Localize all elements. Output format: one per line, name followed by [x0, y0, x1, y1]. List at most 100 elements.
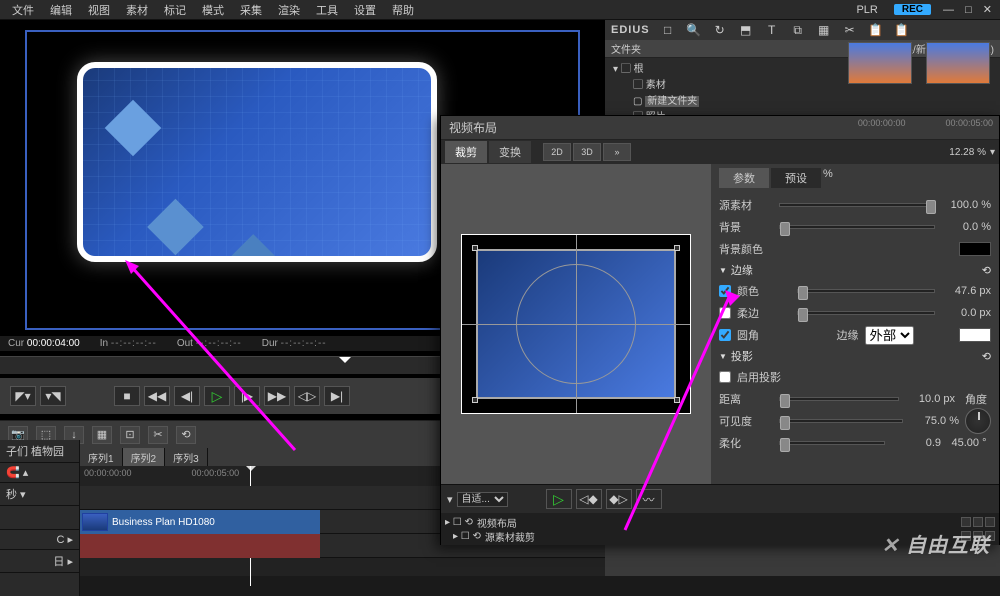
rewind-button[interactable]: ◀◀	[144, 386, 170, 406]
menu-capture[interactable]: 采集	[232, 2, 270, 18]
cur-value[interactable]: 00:00:04:00	[27, 338, 80, 349]
restore-button[interactable]: □	[961, 4, 976, 16]
menu-clip[interactable]: 素材	[118, 2, 156, 18]
fit-select[interactable]: 自适...	[457, 492, 508, 507]
thumb-2[interactable]	[926, 42, 990, 84]
angle-dial[interactable]	[965, 408, 991, 434]
folder-tab[interactable]: 文件夹	[611, 41, 641, 56]
soft-value[interactable]: 0.0 px	[941, 307, 991, 319]
track-d[interactable]: 日 ▸	[0, 550, 79, 573]
grid-icon[interactable]: ▦	[816, 23, 832, 37]
dlg-play-button[interactable]: ▷	[546, 489, 572, 509]
round-checkbox[interactable]	[719, 329, 731, 341]
forward-button[interactable]: ▶▶	[264, 386, 290, 406]
playhead-marker[interactable]	[246, 466, 256, 476]
mode-2d[interactable]: 2D	[543, 143, 571, 161]
play-button[interactable]: ▷	[204, 386, 230, 406]
menu-settings[interactable]: 设置	[346, 2, 384, 18]
tab-crop[interactable]: 裁剪	[445, 141, 487, 163]
dlg-graph-button[interactable]: 〰	[636, 489, 662, 509]
minimize-button[interactable]: —	[939, 4, 958, 16]
grid-icon[interactable]: ▦	[92, 426, 112, 444]
set-in-button[interactable]: ◤▾	[10, 386, 36, 406]
source-value[interactable]: 100.0 %	[941, 199, 991, 211]
folder-material[interactable]: 素材	[646, 80, 666, 91]
menu-marker[interactable]: 标记	[156, 2, 194, 18]
close-button[interactable]: ✕	[979, 4, 996, 16]
set-out-button[interactable]: ▾◥	[40, 386, 66, 406]
soft-slider[interactable]	[797, 311, 935, 315]
seq-tab-1[interactable]: 序列1	[80, 448, 123, 466]
tab-presets[interactable]: 预设	[771, 168, 821, 188]
distance-value[interactable]: 10.0 px	[905, 393, 955, 405]
video-clip[interactable]: Business Plan HD1080	[80, 510, 320, 534]
collapse-icon[interactable]: ▾	[447, 493, 453, 506]
angle-value[interactable]: 45.00 °	[947, 437, 991, 449]
soften-value[interactable]: 0.9	[891, 437, 941, 449]
zoom-down-icon[interactable]: ▾	[990, 147, 995, 158]
out-value[interactable]: --:--:--:--	[196, 338, 242, 349]
magnet-icon[interactable]: 🧲 ▴	[0, 463, 79, 483]
menu-mode[interactable]: 模式	[194, 2, 232, 18]
loop-button[interactable]: ◁▷	[294, 386, 320, 406]
handle-tl[interactable]	[472, 245, 478, 251]
expand-button[interactable]: »	[603, 143, 631, 161]
new-icon[interactable]: □	[660, 23, 676, 37]
dlg-prev-kf-button[interactable]: ◁◆	[576, 489, 602, 509]
visibility-slider[interactable]: .dlg-params .prow:nth-of-type(10) .slide…	[779, 419, 903, 423]
paste-icon[interactable]: 📋	[894, 23, 910, 37]
bg-slider[interactable]	[779, 225, 935, 229]
zoom-value[interactable]: 12.28 %	[949, 147, 986, 158]
handle-tr[interactable]	[674, 245, 680, 251]
mode-3d[interactable]: 3D	[573, 143, 601, 161]
track-c[interactable]: C ▸	[0, 530, 79, 550]
thumb-1[interactable]	[848, 42, 912, 84]
kf-track-crop[interactable]: 源素材裁剪	[485, 529, 535, 544]
color-checkbox[interactable]	[719, 285, 731, 297]
edge-section[interactable]: 边缘⟲	[719, 260, 991, 280]
soften-slider[interactable]	[779, 441, 885, 445]
box-icon[interactable]: ⊡	[120, 426, 140, 444]
cut-icon[interactable]: ✂	[842, 23, 858, 37]
audio-clip[interactable]	[80, 534, 320, 558]
stop-button[interactable]: ■	[114, 386, 140, 406]
next-frame-button[interactable]: |▶	[234, 386, 260, 406]
copy-icon[interactable]: 📋	[868, 23, 884, 37]
shadow-enable-checkbox[interactable]	[719, 371, 731, 383]
tab-transform[interactable]: 变换	[489, 141, 531, 163]
root-folder[interactable]: 根	[634, 64, 644, 75]
handle-bl[interactable]	[472, 397, 478, 403]
dlg-next-kf-button[interactable]: ◆▷	[606, 489, 632, 509]
bgcolor-swatch[interactable]	[959, 242, 991, 256]
visibility-value[interactable]: 75.0 %	[909, 415, 959, 427]
menu-help[interactable]: 帮助	[384, 2, 422, 18]
menu-tools[interactable]: 工具	[308, 2, 346, 18]
menu-file[interactable]: 文件	[4, 2, 42, 18]
folder-new[interactable]: 新建文件夹	[645, 96, 699, 107]
kf-track-layout[interactable]: 视频布局	[477, 515, 517, 530]
menu-render[interactable]: 渲染	[270, 2, 308, 18]
view-icon[interactable]: ⧉	[790, 23, 806, 37]
reset-icon-2[interactable]: ⟲	[982, 350, 991, 363]
layout-canvas[interactable]	[461, 234, 691, 414]
end-button[interactable]: ▶|	[324, 386, 350, 406]
import-icon[interactable]: ⬒	[738, 23, 754, 37]
distance-slider[interactable]	[779, 397, 899, 401]
redo-icon[interactable]: ⟲	[176, 426, 196, 444]
time-unit[interactable]: 秒 ▾	[0, 483, 79, 506]
reset-icon[interactable]: ⟲	[982, 264, 991, 277]
handle-br[interactable]	[674, 397, 680, 403]
edge-color-swatch[interactable]	[959, 328, 991, 342]
menu-view[interactable]: 视图	[80, 2, 118, 18]
text-icon[interactable]: T	[764, 23, 780, 37]
search-icon[interactable]: 🔍	[686, 23, 702, 37]
shadow-section[interactable]: 投影⟲	[719, 346, 991, 366]
menu-edit[interactable]: 编辑	[42, 2, 80, 18]
tab-params[interactable]: 参数	[719, 168, 769, 188]
scissors-icon[interactable]: ✂	[148, 426, 168, 444]
prev-frame-button[interactable]: ◀|	[174, 386, 200, 406]
color-slider[interactable]: .dlg-params .prow:nth-of-type(5) .slider…	[797, 289, 935, 293]
bg-value[interactable]: 0.0 %	[941, 221, 991, 233]
seq-tab-2[interactable]: 序列2	[123, 448, 166, 466]
seq-tab-3[interactable]: 序列3	[165, 448, 208, 466]
